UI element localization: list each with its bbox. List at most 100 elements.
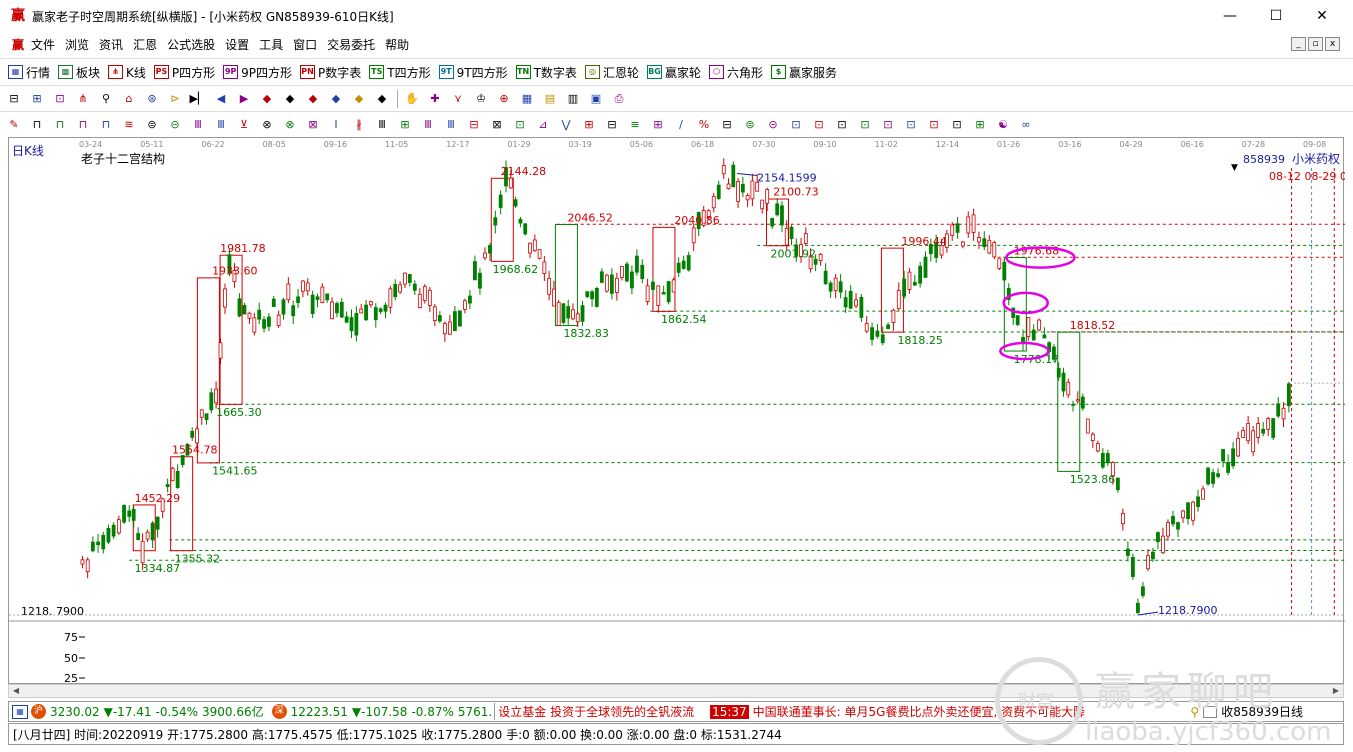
menu-huien[interactable]: 汇恩	[128, 36, 162, 53]
analysis-tool-13-icon[interactable]: ⊗	[281, 116, 299, 134]
menu-info[interactable]: 资讯	[94, 36, 128, 53]
mdi-close-button[interactable]: x	[1325, 37, 1340, 51]
analysis-tool-41-icon[interactable]: ⊡	[925, 116, 943, 134]
menu-help[interactable]: 帮助	[380, 36, 414, 53]
drawing-tool-19-icon[interactable]: ✚	[426, 90, 444, 108]
drawing-tool-10-icon[interactable]: ◀	[212, 90, 230, 108]
analysis-tool-4-icon[interactable]: ⊓	[74, 116, 92, 134]
analysis-tool-38-icon[interactable]: ⊡	[856, 116, 874, 134]
analysis-tool-45-icon[interactable]: ∞	[1017, 116, 1035, 134]
chart-panel[interactable]: 03-24 05-11 06-22 08-05 09-16 11-05 12-17 01-29…	[8, 137, 1345, 685]
drawing-tool-23-icon[interactable]: ▦	[518, 90, 536, 108]
drawing-tool-2-icon[interactable]: ⊞	[28, 90, 46, 108]
analysis-tool-43-icon[interactable]: ⊞	[971, 116, 989, 134]
analysis-tool-35-icon[interactable]: ⊡	[787, 116, 805, 134]
drawing-tool-11-icon[interactable]: ▶	[235, 90, 253, 108]
dropdown-arrow-icon[interactable]: ▼	[1231, 163, 1238, 173]
analysis-tool-21-icon[interactable]: ⊟	[465, 116, 483, 134]
toolbar-tn-button[interactable]: TN T数字表	[515, 64, 577, 81]
news-item-1[interactable]: 设立基金 投资于全球领先的全钒液流	[494, 703, 694, 720]
analysis-tool-17-icon[interactable]: Ⅲ	[373, 116, 391, 134]
menu-file[interactable]: 文件	[26, 36, 60, 53]
toolbar-9t-button[interactable]: 9T 9T四方形	[438, 64, 508, 81]
analysis-tool-19-icon[interactable]: Ⅲ	[419, 116, 437, 134]
grid-icon[interactable]: ▦	[12, 704, 28, 719]
toolbar-grid-button[interactable]: ▦ 行情	[8, 64, 50, 81]
analysis-tool-14-icon[interactable]: ⊠	[304, 116, 322, 134]
menu-browse[interactable]: 浏览	[60, 36, 94, 53]
drawing-tool-4-icon[interactable]: ⋔	[74, 90, 92, 108]
pin-icon[interactable]: ⚲	[1190, 705, 1199, 719]
analysis-tool-30-icon[interactable]: ∕	[672, 116, 690, 134]
analysis-tool-40-icon[interactable]: ⊡	[902, 116, 920, 134]
analysis-tool-1-icon[interactable]: ✎	[5, 116, 23, 134]
toolbar-candle-button[interactable]: ⋔ K线	[108, 64, 146, 81]
analysis-tool-37-icon[interactable]: ⊡	[833, 116, 851, 134]
drawing-tool-7-icon[interactable]: ⊛	[143, 90, 161, 108]
analysis-tool-12-icon[interactable]: ⊗	[258, 116, 276, 134]
analysis-tool-44-icon[interactable]: ☯	[994, 116, 1012, 134]
toolbar-wheel-button[interactable]: ◎ 汇恩轮	[584, 64, 639, 81]
drawing-tool-1-icon[interactable]: ⊟	[5, 90, 23, 108]
analysis-tool-7-icon[interactable]: ⊜	[143, 116, 161, 134]
analysis-tool-24-icon[interactable]: ⊿	[534, 116, 552, 134]
toolbar-bg-wheel-button[interactable]: BG 赢家轮	[646, 64, 701, 81]
scroll-left-icon[interactable]: ◀	[9, 685, 23, 697]
analysis-tool-3-icon[interactable]: ⊓	[51, 116, 69, 134]
analysis-tool-34-icon[interactable]: ⊝	[764, 116, 782, 134]
toolbar-hexagon-button[interactable]: ⬡ 六角形	[708, 64, 763, 81]
analysis-tool-33-icon[interactable]: ⊜	[741, 116, 759, 134]
drawing-tool-26-icon[interactable]: ▣	[587, 90, 605, 108]
menu-formula[interactable]: 公式选股	[162, 36, 220, 53]
drawing-tool-17-icon[interactable]: ◆	[373, 90, 391, 108]
drawing-tool-13-icon[interactable]: ◆	[281, 90, 299, 108]
drawing-tool-5-icon[interactable]: ⚲	[97, 90, 115, 108]
drawing-tool-21-icon[interactable]: ♔	[472, 90, 490, 108]
analysis-tool-28-icon[interactable]: ≡	[626, 116, 644, 134]
toolbar-dollar-button[interactable]: $ 赢家服务	[770, 64, 837, 81]
menu-trade[interactable]: 交易委托	[322, 36, 380, 53]
analysis-tool-23-icon[interactable]: ⊡	[511, 116, 529, 134]
mdi-minimize-button[interactable]: _	[1291, 37, 1306, 51]
analysis-tool-2-icon[interactable]: ⊓	[28, 116, 46, 134]
analysis-tool-32-icon[interactable]: ⊟	[718, 116, 736, 134]
drawing-tool-14-icon[interactable]: ◆	[304, 90, 322, 108]
analysis-tool-16-icon[interactable]: ∦	[350, 116, 368, 134]
analysis-tool-6-icon[interactable]: ≋	[120, 116, 138, 134]
toolbar-ts-button[interactable]: TS T四方形	[369, 64, 431, 81]
analysis-tool-29-icon[interactable]: ⊞	[649, 116, 667, 134]
analysis-tool-39-icon[interactable]: ⊡	[879, 116, 897, 134]
checkbox-icon[interactable]	[1203, 705, 1218, 718]
drawing-tool-15-icon[interactable]: ◆	[327, 90, 345, 108]
drawing-tool-9-icon[interactable]: ▶▏	[189, 90, 207, 108]
drawing-tool-12-icon[interactable]: ◆	[258, 90, 276, 108]
analysis-tool-10-icon[interactable]: Ⅲ	[212, 116, 230, 134]
analysis-tool-9-icon[interactable]: Ⅲ	[189, 116, 207, 134]
analysis-tool-22-icon[interactable]: ⊠	[488, 116, 506, 134]
analysis-tool-5-icon[interactable]: ⊓	[97, 116, 115, 134]
drawing-tool-22-icon[interactable]: ⊕	[495, 90, 513, 108]
drawing-tool-8-icon[interactable]: ⊳	[166, 90, 184, 108]
kline-chart[interactable]: 03-24 05-11 06-22 08-05 09-16 11-05 12-17 01-29…	[9, 138, 1345, 685]
analysis-tool-18-icon[interactable]: ⊞	[396, 116, 414, 134]
analysis-tool-20-icon[interactable]: Ⅲ	[442, 116, 460, 134]
close-button[interactable]: ✕	[1299, 0, 1345, 32]
analysis-tool-8-icon[interactable]: ⊝	[166, 116, 184, 134]
toolbar-pn-button[interactable]: PN P数字表	[300, 64, 361, 81]
drawing-tool-6-icon[interactable]: ⌂	[120, 90, 138, 108]
scroll-right-icon[interactable]: ▶	[1329, 685, 1343, 697]
analysis-tool-31-icon[interactable]: %	[695, 116, 713, 134]
analysis-tool-42-icon[interactable]: ⊡	[948, 116, 966, 134]
news-item-2[interactable]: 中国联通董事长: 单月5G餐费比点外卖还便宜, 资费不可能大降	[753, 703, 1085, 720]
drawing-tool-25-icon[interactable]: ▥	[564, 90, 582, 108]
drawing-tool-3-icon[interactable]: ⊡	[51, 90, 69, 108]
drawing-tool-16-icon[interactable]: ◆	[350, 90, 368, 108]
toolbar-blocks-button[interactable]: ▩ 板块	[58, 64, 100, 81]
drawing-tool-24-icon[interactable]: ▤	[541, 90, 559, 108]
horizontal-scrollbar[interactable]: ◀ ▶	[8, 684, 1344, 698]
analysis-tool-36-icon[interactable]: ⊡	[810, 116, 828, 134]
menu-settings[interactable]: 设置	[220, 36, 254, 53]
toolbar-ps-button[interactable]: PS P四方形	[153, 64, 215, 81]
drawing-tool-18-icon[interactable]: ✋	[403, 90, 421, 108]
analysis-tool-26-icon[interactable]: ⊞	[580, 116, 598, 134]
